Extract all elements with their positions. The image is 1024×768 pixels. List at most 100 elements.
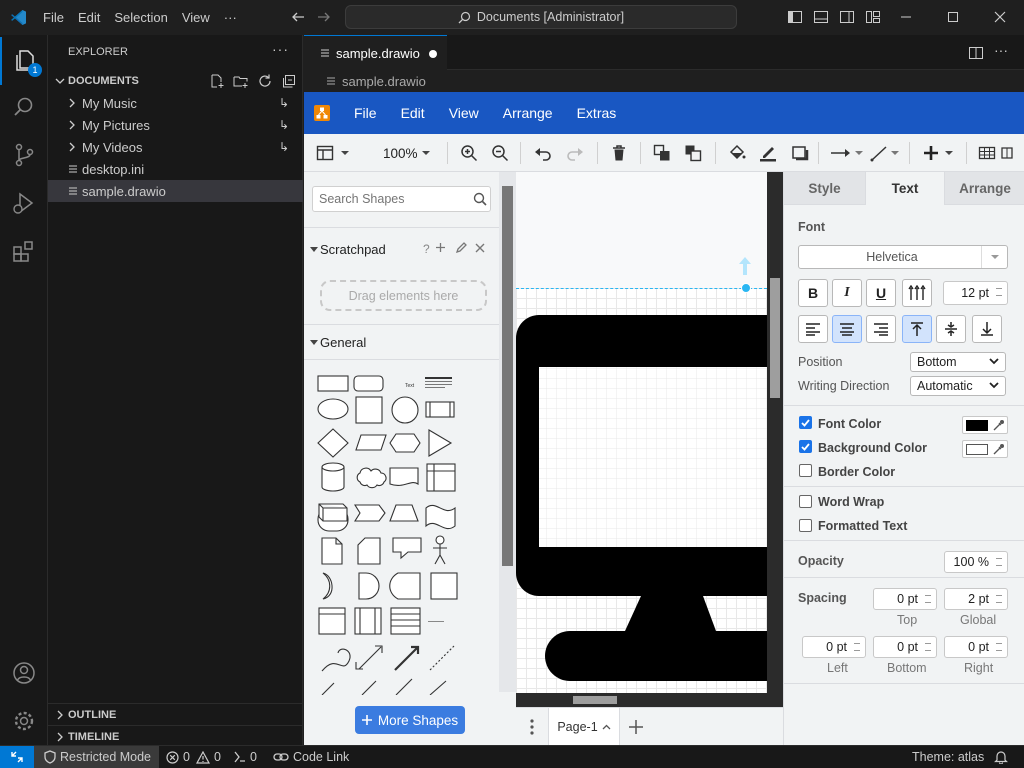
underline-button[interactable]: U: [866, 279, 896, 307]
align-bottom-button[interactable]: [972, 315, 1002, 343]
to-back-icon[interactable]: [684, 144, 702, 162]
drawio-menu-arrange[interactable]: Arrange: [491, 105, 565, 121]
general-section-title[interactable]: General: [320, 335, 366, 350]
rotate-handle-icon[interactable]: [738, 257, 752, 281]
notifications-indicator[interactable]: [994, 746, 1008, 768]
spacing-top-input[interactable]: 0 pt: [873, 588, 937, 610]
remote-indicator[interactable]: [0, 746, 34, 768]
delete-icon[interactable]: [610, 144, 628, 162]
redo-icon[interactable]: [566, 144, 584, 162]
format-tab-style[interactable]: Style: [784, 172, 865, 205]
chevron-down-icon[interactable]: [340, 144, 350, 162]
customize-layout-icon[interactable]: [865, 9, 881, 25]
spacing-global-input[interactable]: 2 pt: [944, 588, 1008, 610]
align-left-button[interactable]: [798, 315, 828, 343]
page-menu-icon[interactable]: [529, 719, 535, 735]
chevron-down-icon[interactable]: [854, 144, 864, 162]
timeline-section-header[interactable]: TIMELINE: [48, 725, 303, 747]
drawio-menu-view[interactable]: View: [437, 105, 491, 121]
fill-color-icon[interactable]: [728, 144, 746, 162]
new-folder-icon[interactable]: [233, 73, 249, 89]
font-color-swatch[interactable]: [962, 416, 1008, 434]
format-tab-arrange[interactable]: Arrange: [945, 172, 1024, 205]
background-color-swatch[interactable]: [962, 440, 1008, 458]
vertical-text-button[interactable]: [902, 279, 932, 307]
format-panel-icon[interactable]: [316, 144, 334, 162]
code-link-indicator[interactable]: Code Link: [273, 746, 349, 768]
run-debug-activity[interactable]: [0, 179, 48, 227]
toggle-panel-icon[interactable]: [813, 9, 829, 25]
to-front-icon[interactable]: [653, 144, 671, 162]
maximize-icon[interactable]: [945, 9, 961, 25]
align-middle-button[interactable]: [936, 315, 966, 343]
italic-button[interactable]: I: [832, 279, 862, 307]
bold-button[interactable]: B: [798, 279, 828, 307]
drawio-menu-edit[interactable]: Edit: [389, 105, 437, 121]
table-icon[interactable]: [978, 144, 996, 162]
chevron-down-icon[interactable]: [944, 144, 954, 162]
zoom-value[interactable]: 100%: [383, 146, 418, 161]
shadow-icon[interactable]: [791, 144, 809, 162]
shapes-scrollbar[interactable]: [499, 172, 516, 692]
minimize-icon[interactable]: [898, 9, 914, 25]
align-center-button[interactable]: [832, 315, 862, 343]
command-center[interactable]: Documents [Administrator]: [345, 5, 737, 29]
tree-item-my-music[interactable]: My Music ↳: [48, 92, 303, 114]
spacing-right-input[interactable]: 0 pt: [944, 636, 1008, 658]
back-arrow-icon[interactable]: [290, 9, 306, 25]
canvas-vertical-scrollbar[interactable]: [767, 172, 783, 707]
background-color-checkbox[interactable]: [799, 440, 812, 453]
insert-plus-icon[interactable]: [922, 144, 940, 162]
extensions-activity[interactable]: [0, 227, 48, 275]
ports-indicator[interactable]: 0: [232, 746, 257, 768]
drawio-menu-file[interactable]: File: [342, 105, 389, 121]
tree-item-my-videos[interactable]: My Videos ↳: [48, 136, 303, 158]
page-tab-1[interactable]: Page-1: [548, 708, 620, 746]
plus-icon[interactable]: [435, 242, 446, 253]
opacity-input[interactable]: 100 %: [944, 551, 1008, 573]
refresh-icon[interactable]: [257, 73, 273, 89]
search-shapes-field[interactable]: [312, 186, 491, 212]
tree-item-my-pictures[interactable]: My Pictures ↳: [48, 114, 303, 136]
chevron-down-icon[interactable]: [421, 144, 431, 162]
align-right-button[interactable]: [866, 315, 896, 343]
zoom-out-icon[interactable]: [491, 144, 509, 162]
explorer-more-icon[interactable]: ···: [272, 41, 289, 57]
search-activity[interactable]: [0, 83, 48, 131]
tab-sample-drawio[interactable]: sample.drawio: [304, 35, 447, 70]
add-page-icon[interactable]: [629, 720, 643, 734]
align-top-button[interactable]: [902, 315, 932, 343]
font-color-checkbox[interactable]: [799, 416, 812, 429]
diagram-canvas[interactable]: [516, 172, 783, 707]
menu-selection[interactable]: Selection: [107, 0, 174, 35]
monitor-shape[interactable]: [516, 288, 767, 707]
font-size-input[interactable]: 12 pt: [943, 281, 1008, 305]
explorer-activity[interactable]: 1: [0, 37, 48, 85]
toggle-secondary-sidebar-icon[interactable]: [839, 9, 855, 25]
split-editor-icon[interactable]: [968, 45, 984, 61]
spacing-bottom-input[interactable]: 0 pt: [873, 636, 937, 658]
waypoints-icon[interactable]: [870, 144, 892, 162]
font-family-select[interactable]: Helvetica: [798, 245, 1008, 269]
spacing-left-input[interactable]: 0 pt: [802, 636, 866, 658]
toggle-primary-sidebar-icon[interactable]: [787, 9, 803, 25]
scratchpad-dropzone[interactable]: Drag elements here: [320, 280, 487, 311]
collapse-all-icon[interactable]: [281, 73, 297, 89]
canvas-horizontal-scrollbar[interactable]: [516, 693, 767, 707]
editor-more-icon[interactable]: ···: [994, 42, 1008, 58]
source-control-activity[interactable]: [0, 131, 48, 179]
menu-view[interactable]: View: [175, 0, 217, 35]
zoom-in-icon[interactable]: [460, 144, 478, 162]
format-tab-text[interactable]: Text: [865, 172, 945, 205]
selection-handle[interactable]: [741, 283, 751, 293]
manage-activity[interactable]: [0, 697, 48, 745]
line-color-icon[interactable]: [759, 144, 777, 162]
search-icon[interactable]: [473, 192, 487, 206]
drawio-menu-extras[interactable]: Extras: [565, 105, 629, 121]
forward-arrow-icon[interactable]: [316, 9, 332, 25]
search-shapes-input[interactable]: [313, 187, 463, 211]
word-wrap-checkbox[interactable]: [799, 495, 812, 508]
formatted-text-checkbox[interactable]: [799, 519, 812, 532]
menu-more[interactable]: ···: [217, 0, 244, 35]
breadcrumb-file[interactable]: sample.drawio: [342, 74, 426, 89]
